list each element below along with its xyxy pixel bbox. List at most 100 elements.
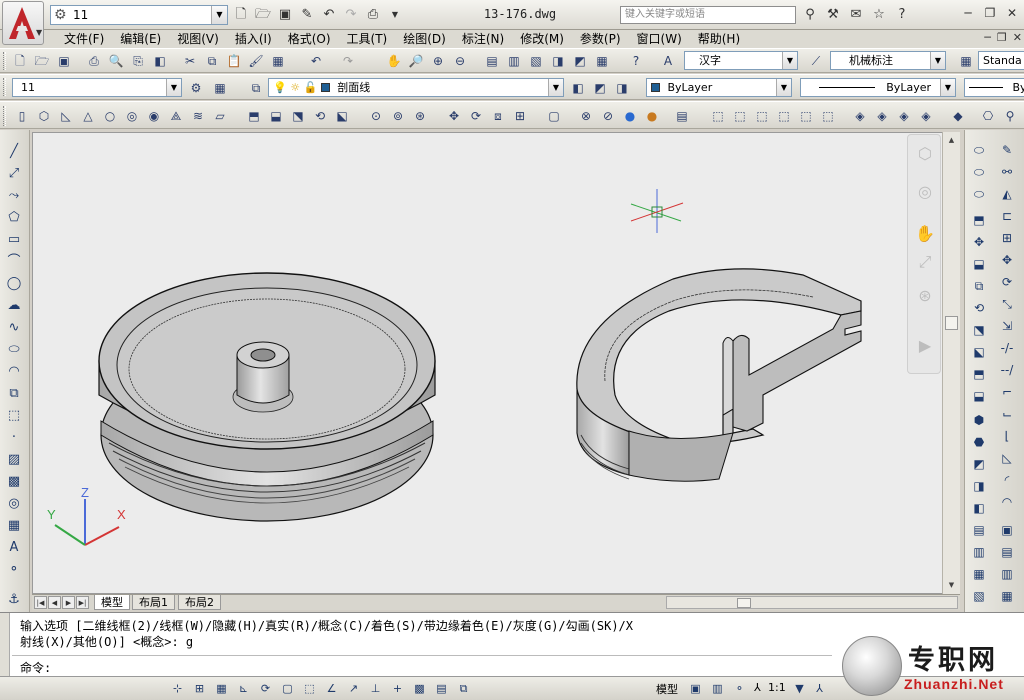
explode-icon[interactable]: ▣ [997,520,1017,540]
view-iso-se-icon[interactable]: ◈ [872,106,892,126]
polygon-icon[interactable]: ⬠ [4,208,24,228]
tool-palettes-icon[interactable]: ▧ [526,51,546,71]
offset-faces-icon[interactable]: ⬭ [969,184,989,204]
sweep-icon[interactable]: ⬔ [288,106,308,126]
previous-layer-icon[interactable]: ◧ [568,78,588,98]
chevron-down-icon[interactable]: ▼ [776,79,791,96]
next-tab-icon[interactable]: ▶ [62,596,75,609]
menu-insert[interactable]: 插入(I) [227,31,280,47]
hidden-icon[interactable]: ⊘ [598,106,618,126]
color-select[interactable]: ByLayer ▼ [646,78,792,97]
copy-faces-icon[interactable]: ⧉ [969,276,989,296]
print-icon[interactable]: ⎙ [84,51,104,71]
clean-icon[interactable]: ⬓ [969,386,989,406]
scroll-up-icon[interactable]: ▲ [945,134,958,147]
zoom-previous-icon[interactable]: ⊖ [450,51,470,71]
named-views-icon[interactable]: ◆ [948,106,968,126]
toolbar-grip[interactable] [3,78,6,96]
spline-icon[interactable]: ∿ [4,318,24,338]
publish-icon[interactable]: ⎘ [128,51,148,71]
wireframe-icon[interactable]: ⊗ [576,106,596,126]
selection-cycling-icon[interactable]: ⧉ [454,679,473,698]
polysolid-icon[interactable]: ▯ [12,106,32,126]
circle-icon[interactable]: ◯ [4,274,24,294]
erase-icon[interactable]: ✎ [997,140,1017,160]
pan-hand-icon[interactable]: ✋ [384,51,404,71]
2d-wireframe-icon[interactable]: ▢ [544,106,564,126]
region-icon[interactable]: ◎ [4,494,24,514]
menu-window[interactable]: 窗口(W) [629,31,690,47]
cone-icon[interactable]: △ [78,106,98,126]
open-folder-icon[interactable]: 🗁 [32,51,52,71]
menu-edit[interactable]: 编辑(E) [112,31,169,47]
group-icon[interactable]: ▤ [997,542,1017,562]
ellipse-arc-icon[interactable]: ◠ [4,362,24,382]
grid-display-icon[interactable]: ▦ [212,679,231,698]
star-icon[interactable]: ☆ [869,5,889,25]
view-bottom-icon[interactable]: ⬚ [730,106,750,126]
table-icon[interactable]: ▦ [4,516,24,536]
prev-tab-icon[interactable]: ◀ [48,596,61,609]
insert-block-icon[interactable]: ⧉ [4,384,24,404]
wedge-icon[interactable]: ◺ [56,106,76,126]
offset-icon[interactable]: ⊏ [997,206,1017,226]
scroll-down-icon[interactable]: ▼ [945,579,958,592]
pulley-solid[interactable] [98,272,436,522]
rectangle-icon[interactable]: ▭ [4,230,24,250]
lineweight-select[interactable]: By [964,78,1024,97]
copy-edges-icon[interactable]: ⬔ [969,320,989,340]
thicken-icon[interactable]: ▥ [969,542,989,562]
add-selected-icon[interactable]: ⚬ [4,560,24,580]
convert-icon[interactable]: ▧ [969,586,989,606]
annotation-scale-value[interactable]: 1:1 [768,681,786,694]
table-style-select[interactable]: Standa [978,51,1024,70]
block-editor-icon[interactable]: ▦ [268,51,288,71]
sheet-set-icon[interactable]: ◨ [548,51,568,71]
trim-icon[interactable]: -/- [997,338,1017,358]
quick-view-drawings-icon[interactable]: ▥ [708,679,727,698]
3d-move-icon[interactable]: ✥ [444,106,464,126]
showmotion-icon[interactable]: ▶ [914,335,936,357]
copy-icon[interactable]: ⧉ [202,51,222,71]
print-preview-icon[interactable]: 🔍 [106,51,126,71]
extrude-icon[interactable]: ⬒ [244,106,264,126]
help-icon[interactable]: ? [892,5,912,25]
menu-format[interactable]: 格式(O) [280,31,339,47]
3d-object-snap-icon[interactable]: ⬚ [300,679,319,698]
scroll-thumb[interactable] [737,598,751,608]
make-current-layer-icon[interactable]: ⧉ [246,78,266,98]
cut-icon[interactable]: ✂ [180,51,200,71]
linetype-select[interactable]: ByLayer ▼ [800,78,956,97]
chevron-down-icon[interactable]: ▼ [790,679,809,698]
3d-print-icon[interactable]: ◧ [150,51,170,71]
search-input[interactable]: 键入关键字或短语 [620,6,796,24]
check-icon[interactable]: ◩ [969,454,989,474]
zoom-realtime-icon[interactable]: 🔎 [406,51,426,71]
view-iso-ne-icon[interactable]: ◈ [894,106,914,126]
command-window-grip[interactable] [0,613,10,677]
annotation-scale-icon[interactable]: ⅄ [754,681,761,694]
make-block-icon[interactable]: ⬚ [4,406,24,426]
dynamic-input-icon[interactable]: ⊥ [366,679,385,698]
cylinder-icon[interactable]: ◎ [122,106,142,126]
separate-icon[interactable]: ⬢ [969,410,989,430]
drawing-canvas[interactable]: Z X Y [32,132,960,594]
view-left-icon[interactable]: ⬚ [752,106,772,126]
horizontal-scrollbar[interactable] [666,596,958,609]
break-at-point-icon[interactable]: ⌐ [997,382,1017,402]
planar-surface-icon[interactable]: ▱ [210,106,230,126]
tab-layout2[interactable]: 布局2 [178,595,221,610]
dimension-style-select[interactable]: 机械标注 ▼ [830,51,946,70]
auto-scale-icon[interactable]: ⅄ [810,679,829,698]
walk-icon[interactable]: ⚲ [1000,106,1020,126]
quick-properties-icon[interactable]: ▤ [432,679,451,698]
object-snap-tracking-icon[interactable]: ∠ [322,679,341,698]
loft-icon[interactable]: ⬕ [332,106,352,126]
chevron-down-icon[interactable]: ▼ [782,52,797,69]
view-right-icon[interactable]: ⬚ [774,106,794,126]
menu-dimension[interactable]: 标注(N) [454,31,512,47]
save-as-icon[interactable]: ✎ [298,6,316,24]
new-file-icon[interactable]: 🗋 [232,6,250,24]
new-file-icon[interactable]: 🗋 [10,51,30,71]
shell-icon[interactable]: ⬣ [969,432,989,452]
